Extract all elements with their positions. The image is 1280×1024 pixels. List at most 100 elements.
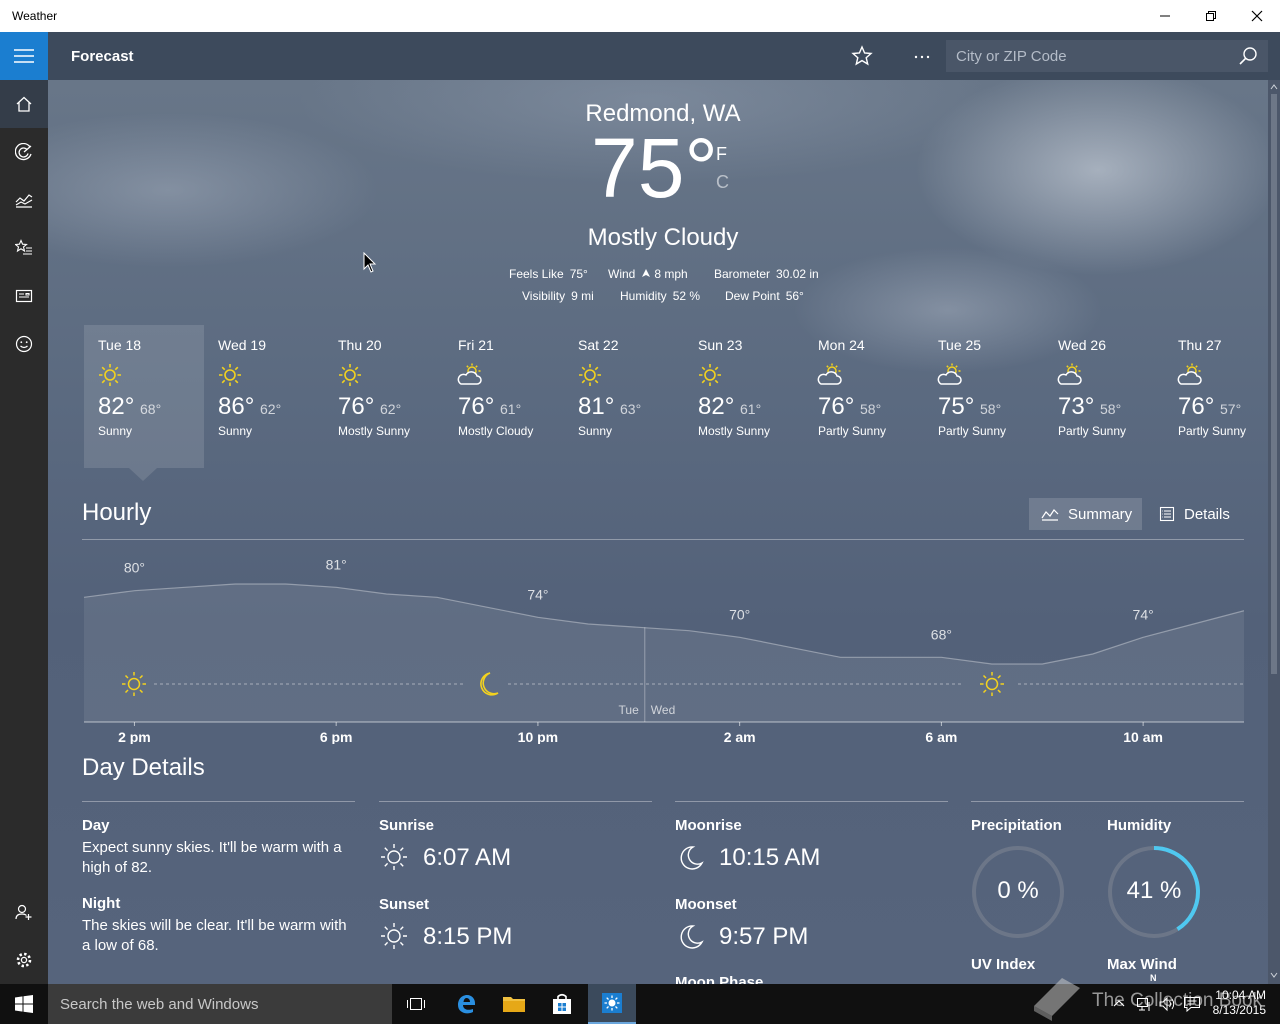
nav-life[interactable] (0, 320, 48, 368)
forecast-content: Redmond, WA 75° F C Mostly Cloudy Feels … (48, 80, 1268, 984)
moonset-time: 9:57 PM (719, 923, 809, 950)
weather-taskbar-button[interactable] (588, 984, 636, 1024)
folder-icon (503, 997, 525, 1012)
nav-settings[interactable] (0, 936, 48, 984)
hamburger-menu-button[interactable] (0, 32, 48, 80)
day-low: 58° (860, 401, 882, 417)
restore-button[interactable] (1188, 0, 1234, 32)
summary-toggle-button[interactable]: Summary (1029, 498, 1142, 530)
favorite-button[interactable] (850, 44, 874, 68)
network-icon[interactable] (1136, 996, 1152, 1012)
app-header: Forecast (48, 32, 1280, 80)
hourly-time-label: 10 pm (518, 729, 558, 744)
day-condition: Partly Sunny (938, 424, 1007, 438)
wind-direction-icon (642, 269, 651, 277)
fahrenheit-toggle[interactable]: F (716, 144, 727, 165)
day-card-sun-23[interactable]: Sun 23 82° 61° Mostly Sunny (684, 325, 804, 468)
day-name: Wed 26 (1058, 337, 1106, 353)
sun-icon (99, 364, 121, 386)
more-options-button[interactable] (910, 44, 934, 68)
humidity-label: Humidity (1107, 817, 1172, 834)
day-card-fri-21[interactable]: Fri 21 76° 61° Mostly Cloudy (444, 325, 564, 468)
max-wind-label: Max Wind (1107, 956, 1177, 973)
hamburger-icon (14, 49, 34, 63)
day-divider-left-label: Tue (619, 703, 640, 717)
hourly-temp-label: 74° (1133, 606, 1154, 622)
page-title: Forecast (71, 48, 134, 65)
nav-places[interactable] (0, 224, 48, 272)
scroll-down-icon[interactable] (1268, 970, 1280, 980)
hourly-temp-label: 81° (326, 556, 347, 572)
day-condition: Sunny (578, 424, 613, 438)
day-card-tue-18[interactable]: Tue 18 82° 68° Sunny (84, 325, 204, 468)
system-clock[interactable]: 10:04 AM 8/13/2015 (1206, 988, 1266, 1018)
visibility: Visibility 9 mi (522, 289, 594, 303)
day-divider-right-label: Wed (651, 703, 675, 717)
day-card-thu-20[interactable]: Thu 20 76° 62° Mostly Sunny (324, 325, 444, 468)
nav-historical[interactable] (0, 176, 48, 224)
moonrise-time: 10:15 AM (719, 844, 821, 871)
nav-forecast[interactable] (0, 80, 48, 128)
sun-icon (339, 364, 361, 386)
task-view-button[interactable] (392, 984, 440, 1024)
scrollbar-thumb[interactable] (1271, 94, 1277, 674)
day-condition: Mostly Sunny (338, 424, 411, 438)
details-toggle-button[interactable]: Details (1147, 498, 1242, 530)
taskbar-search-input[interactable] (60, 995, 380, 1013)
store-taskbar-button[interactable] (538, 984, 586, 1024)
day-name: Sun 23 (698, 337, 743, 353)
scroll-up-icon[interactable] (1268, 82, 1280, 92)
hourly-chart: Tue Wed 2 pm 80° 6 pm 81° 10 pm 74° 2 am 70° 6 am 6… (84, 556, 1244, 744)
partly-cloudy-icon (1057, 363, 1082, 385)
vertical-scrollbar[interactable] (1268, 80, 1280, 984)
day-card-wed-19[interactable]: Wed 19 86° 62° Sunny (204, 325, 324, 468)
start-button[interactable] (0, 984, 48, 1024)
day-details-divider-2 (379, 801, 652, 802)
hourly-temperature-area (84, 584, 1244, 722)
edge-taskbar-button[interactable] (442, 984, 490, 1024)
wind: Wind 8 mph (608, 267, 688, 281)
day-name: Tue 18 (98, 337, 142, 353)
humidity-current: Humidity 52 % (620, 289, 701, 303)
partly-cloudy-icon (817, 363, 842, 385)
day-card-sat-22[interactable]: Sat 22 81° 63° Sunny (564, 325, 684, 468)
nav-news[interactable] (0, 272, 48, 320)
day-condition: Partly Sunny (1058, 424, 1127, 438)
night-summary: The skies will be clear. It'll be warm w… (82, 917, 347, 954)
city-search-input[interactable] (956, 47, 1216, 65)
search-button[interactable] (1238, 46, 1258, 66)
radar-icon (15, 143, 32, 161)
file-explorer-taskbar-button[interactable] (490, 984, 538, 1024)
day-details-divider-1 (82, 801, 355, 802)
day-name: Mon 24 (818, 337, 865, 353)
day-card-tue-25[interactable]: Tue 25 75° 58° Partly Sunny (924, 325, 1044, 468)
barometer: Barometer 30.02 in (714, 267, 819, 281)
day-card-thu-27[interactable]: Thu 27 76° 57° Partly Sunny (1164, 325, 1268, 468)
day-card-wed-26[interactable]: Wed 26 73° 58° Partly Sunny (1044, 325, 1164, 468)
nav-maps[interactable] (0, 128, 48, 176)
sun-icon (699, 364, 721, 386)
volume-icon[interactable] (1159, 996, 1177, 1012)
humidity-value: 41 % (1126, 877, 1182, 904)
day-high: 82° (698, 393, 735, 420)
day-high: 76° (338, 393, 375, 420)
close-button[interactable] (1234, 0, 1280, 32)
minimize-button[interactable] (1142, 0, 1188, 32)
action-center-icon[interactable] (1183, 996, 1201, 1012)
day-low: 62° (260, 401, 282, 417)
day-high: 76° (458, 393, 495, 420)
celsius-toggle[interactable]: C (716, 172, 729, 193)
day-low: 58° (980, 401, 1002, 417)
day-card-mon-24[interactable]: Mon 24 76° 58° Partly Sunny (804, 325, 924, 468)
show-hidden-icons-icon[interactable] (1112, 997, 1126, 1009)
day-summary: Expect sunny skies. It'll be warm with a… (82, 839, 342, 876)
hourly-temp-label: 70° (729, 606, 750, 622)
moon-phase-label: Moon Phase (675, 974, 764, 984)
nav-account[interactable] (0, 888, 48, 936)
day-name: Tue 25 (938, 337, 982, 353)
day-high: 73° (1058, 393, 1095, 420)
line-chart-icon (1041, 509, 1059, 521)
day-condition: Sunny (98, 424, 133, 438)
uv-index-label: UV Index (971, 956, 1036, 973)
hourly-title: Hourly (82, 499, 152, 526)
